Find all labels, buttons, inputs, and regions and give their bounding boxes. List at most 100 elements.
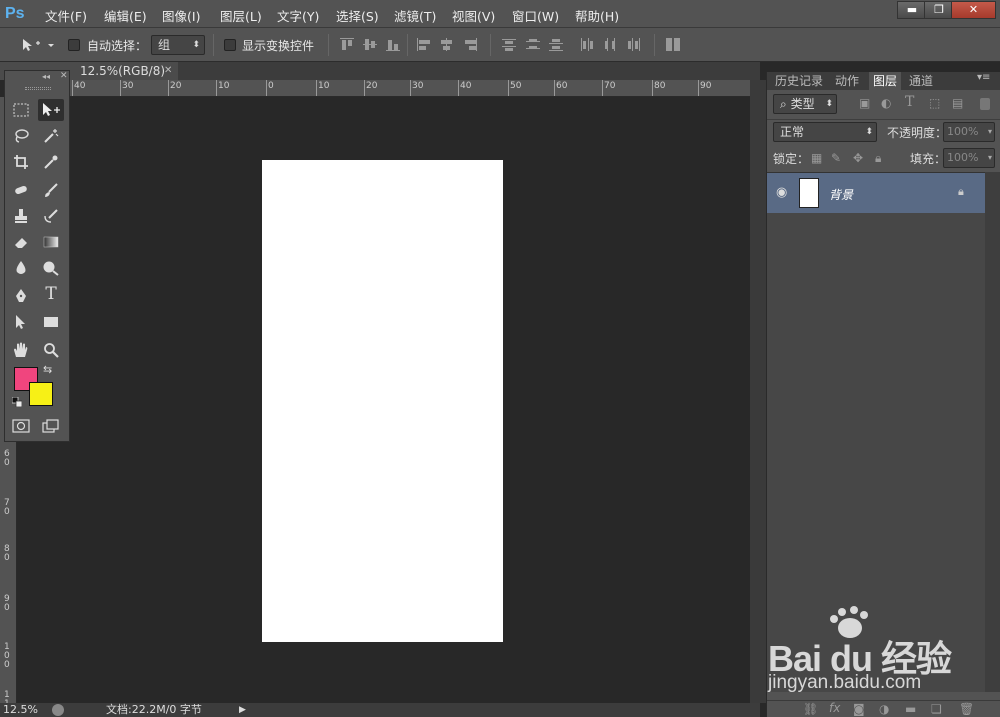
filter-adjustment-icon[interactable]: ◐ — [881, 96, 891, 110]
menu-layer[interactable]: 图层(L) — [220, 6, 262, 25]
lock-transparent-icon[interactable]: ▦ — [811, 151, 822, 165]
quick-mask-icon[interactable] — [8, 415, 34, 437]
distribute-bottom-icon[interactable] — [549, 38, 563, 51]
hand-tool-icon[interactable] — [8, 339, 34, 361]
close-tab-icon[interactable]: ✕ — [164, 62, 172, 80]
rectangle-tool-icon[interactable] — [38, 311, 64, 333]
distribute-vcenter-icon[interactable] — [526, 38, 540, 51]
new-group-icon[interactable]: ▬ — [905, 702, 916, 716]
clone-stamp-tool-icon[interactable] — [8, 205, 34, 227]
gradient-tool-icon[interactable] — [38, 231, 64, 253]
menu-window[interactable]: 窗口(W) — [512, 6, 559, 25]
fill-input[interactable]: 100% ▾ — [943, 148, 995, 168]
tab-actions[interactable]: 动作 — [831, 72, 863, 90]
collapse-toolbox-icon[interactable]: ◂◂ — [42, 72, 50, 81]
crop-tool-icon[interactable] — [8, 151, 34, 173]
distribute-right-icon[interactable] — [627, 38, 641, 51]
menu-view[interactable]: 视图(V) — [452, 6, 495, 25]
filter-type-icon[interactable]: T — [905, 94, 914, 110]
restore-button[interactable]: ❐ — [924, 1, 954, 19]
menu-edit[interactable]: 编辑(E) — [104, 6, 147, 25]
blend-mode-dropdown[interactable]: 正常 ⬍ — [773, 122, 877, 142]
panel-menu-icon[interactable]: ▾≡ — [977, 72, 990, 83]
status-info-icon[interactable] — [52, 704, 64, 716]
menu-image[interactable]: 图像(I) — [162, 6, 200, 25]
lock-image-icon[interactable]: ✎ — [831, 151, 841, 165]
eraser-tool-icon[interactable] — [8, 231, 34, 253]
fx-icon[interactable]: fx — [829, 701, 840, 715]
layer-row[interactable]: ◉ 背景 🔒︎ — [767, 173, 985, 213]
minimize-button[interactable]: ▬ — [897, 1, 927, 19]
toolbar-separator — [407, 34, 408, 56]
auto-select-checkbox[interactable] — [68, 39, 80, 51]
move-tool-preset-icon[interactable] — [20, 37, 56, 53]
new-adjustment-icon[interactable]: ◑ — [879, 702, 889, 716]
document-canvas[interactable] — [262, 160, 503, 642]
screen-mode-icon[interactable] — [38, 415, 64, 437]
filter-shape-icon[interactable]: ⬚ — [929, 96, 940, 110]
filter-pixel-icon[interactable]: ▣ — [859, 96, 870, 110]
align-left-icon[interactable] — [417, 38, 431, 51]
move-tool-icon[interactable] — [38, 99, 64, 121]
opacity-input[interactable]: 100% ▾ — [943, 122, 995, 142]
distribute-left-icon[interactable] — [580, 38, 594, 51]
marquee-tool-icon[interactable] — [8, 99, 34, 121]
layer-name[interactable]: 背景 — [829, 186, 853, 203]
align-bottom-icon[interactable] — [386, 38, 400, 51]
status-menu-arrow-icon[interactable]: ▶ — [239, 703, 246, 717]
delete-layer-icon[interactable]: 🗑︎ — [959, 702, 974, 716]
canvas-area[interactable] — [17, 97, 750, 703]
history-brush-tool-icon[interactable] — [38, 205, 64, 227]
brush-tool-icon[interactable] — [38, 179, 64, 201]
tab-layers[interactable]: 图层 — [869, 72, 902, 90]
type-tool-icon[interactable]: T — [38, 283, 64, 305]
lock-label: 锁定： — [773, 152, 810, 166]
filter-toggle-switch[interactable] — [980, 98, 990, 110]
eyedropper-tool-icon[interactable] — [38, 151, 64, 173]
align-vcenter-icon[interactable] — [363, 38, 377, 51]
magic-wand-tool-icon[interactable] — [38, 125, 64, 147]
close-toolbox-icon[interactable]: ✕ — [60, 71, 68, 81]
toolbar-separator — [490, 34, 491, 56]
link-layers-icon[interactable]: ⛓ — [803, 702, 818, 716]
ruler-tick-mark — [554, 80, 555, 96]
distribute-top-icon[interactable] — [502, 38, 516, 51]
menu-type[interactable]: 文字(Y) — [277, 6, 319, 25]
lasso-tool-icon[interactable] — [8, 125, 34, 147]
auto-select-dropdown[interactable]: 组 ⬍ — [151, 35, 205, 55]
toolbox-grip[interactable] — [25, 87, 51, 90]
add-mask-icon[interactable]: ◙ — [853, 702, 865, 716]
zoom-level[interactable]: 12.5% — [3, 703, 38, 717]
menu-file[interactable]: 文件(F) — [45, 6, 87, 25]
default-colors-icon[interactable] — [11, 396, 23, 408]
path-selection-tool-icon[interactable] — [8, 311, 34, 333]
swap-colors-icon[interactable]: ⇆ — [43, 363, 52, 376]
zoom-tool-icon[interactable] — [38, 339, 64, 361]
tab-history[interactable]: 历史记录 — [771, 72, 827, 90]
filter-smart-object-icon[interactable]: ▤ — [952, 96, 963, 110]
menu-select[interactable]: 选择(S) — [336, 6, 379, 25]
distribute-hcenter-icon[interactable] — [604, 38, 618, 51]
pen-tool-icon[interactable] — [8, 285, 34, 307]
layer-list-scrollbar[interactable] — [985, 172, 1000, 692]
healing-brush-tool-icon[interactable] — [8, 179, 34, 201]
align-top-icon[interactable] — [340, 38, 354, 51]
background-color-swatch[interactable] — [29, 382, 53, 406]
blur-tool-icon[interactable] — [8, 257, 34, 279]
layer-filter-dropdown[interactable]: ⌕ 类型 ⬍ — [773, 94, 837, 114]
eye-visibility-icon[interactable]: ◉ — [776, 185, 787, 200]
tab-channels[interactable]: 通道 — [905, 72, 937, 90]
vertical-scrollbar[interactable] — [750, 80, 766, 703]
align-hcenter-icon[interactable] — [440, 38, 454, 51]
ruler-tick-label: 1 0 0 — [4, 642, 10, 670]
new-layer-icon[interactable]: ❏ — [931, 702, 942, 716]
auto-align-icon[interactable] — [666, 38, 680, 51]
menu-help[interactable]: 帮助(H) — [575, 6, 619, 25]
align-right-icon[interactable] — [463, 38, 477, 51]
menu-filter[interactable]: 滤镜(T) — [394, 6, 436, 25]
lock-position-icon[interactable]: ✥ — [853, 151, 863, 165]
show-transform-checkbox[interactable] — [224, 39, 236, 51]
lock-all-icon[interactable]: 🔒︎ — [875, 151, 881, 166]
dodge-tool-icon[interactable] — [38, 257, 64, 279]
close-window-button[interactable]: ✕ — [951, 1, 996, 19]
